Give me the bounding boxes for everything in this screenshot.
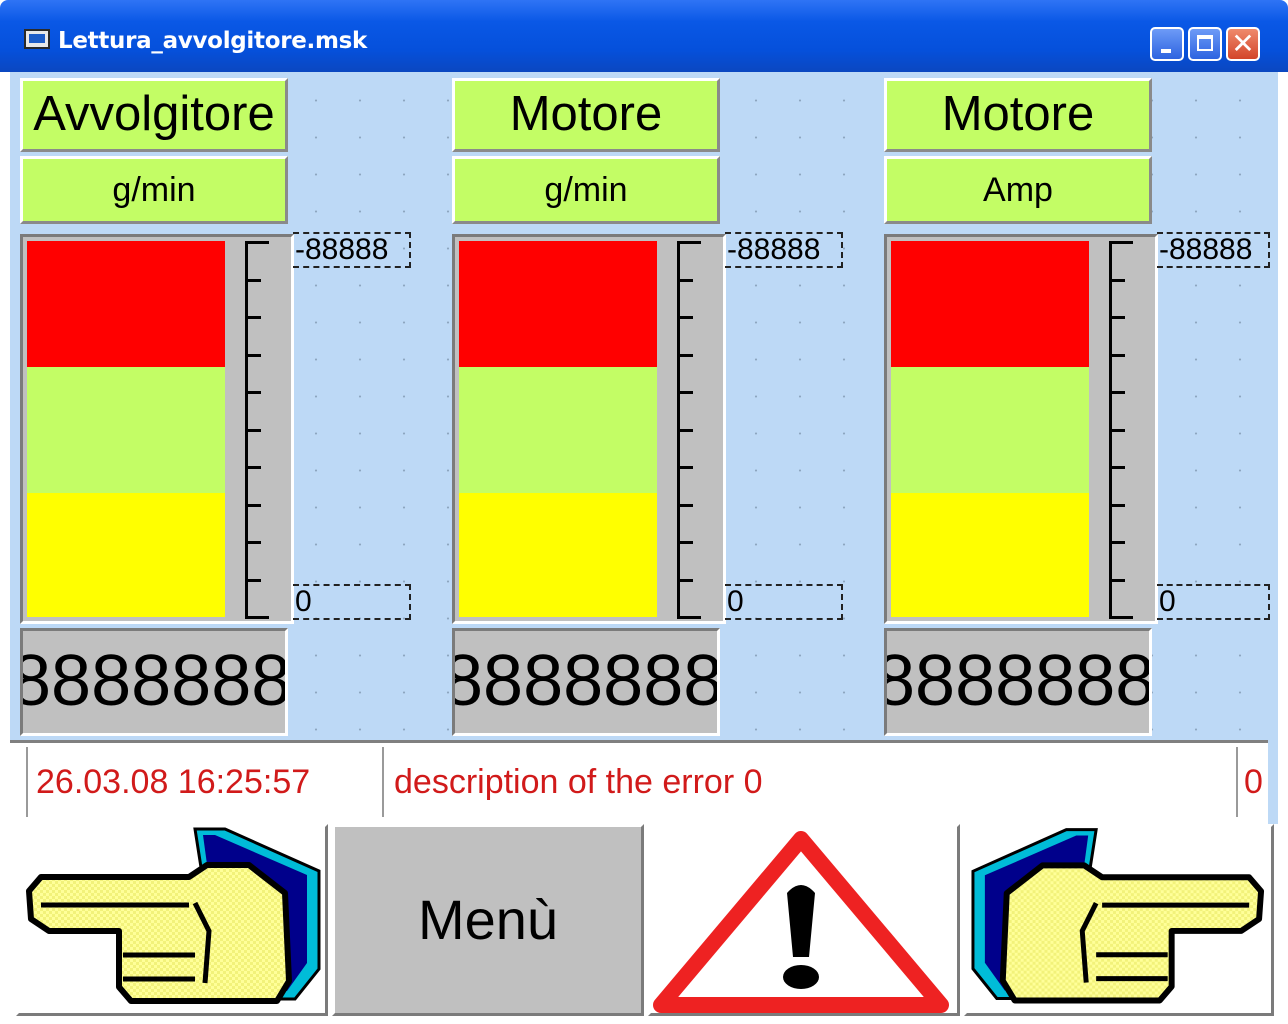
gauge-2-zone-low: [459, 493, 657, 617]
maximize-button[interactable]: [1188, 27, 1222, 61]
gauge-3-unit: Amp: [884, 156, 1152, 224]
scale-tick: [245, 354, 261, 357]
gauge-1-unit: g/min: [20, 156, 288, 224]
pointing-hand-right-icon: [971, 828, 1265, 1004]
scale-tick: [677, 279, 693, 282]
scale-tick: [677, 616, 701, 619]
gauge-3-bar: [884, 234, 1158, 624]
gauge-3-zone-low: [891, 493, 1089, 617]
title-bar: Lettura_avvolgitore.msk ✕: [0, 0, 1288, 72]
menu-button[interactable]: Menù: [332, 824, 644, 1016]
gauge-1-zone-mid: [27, 367, 225, 493]
close-button[interactable]: ✕: [1226, 27, 1260, 61]
scale-tick: [245, 541, 261, 544]
minimize-icon: [1161, 49, 1171, 53]
gauge-2-scale: [677, 241, 701, 619]
scale-tick: [1109, 241, 1133, 244]
scale-tick: [1109, 579, 1125, 582]
menu-button-label: Menù: [417, 888, 559, 951]
gauge-3-min-label: 0: [1157, 584, 1270, 620]
scale-tick: [245, 579, 261, 582]
scale-tick: [677, 241, 701, 244]
scale-tick: [245, 504, 261, 507]
scale-tick: [1109, 279, 1125, 282]
close-icon: ✕: [1231, 27, 1255, 60]
alarm-bar: 26.03.08 16:25:57 description of the err…: [10, 740, 1268, 827]
gauge-3-title: Motore: [884, 78, 1152, 152]
scale-tick: [245, 466, 261, 469]
scale-tick: [677, 429, 693, 432]
scale-tick: [245, 241, 269, 244]
gauge-3-digital-display: 8888888: [884, 628, 1152, 736]
scale-tick: [245, 279, 261, 282]
scale-tick: [245, 429, 261, 432]
gauge-1-max-label: -88888: [293, 232, 411, 268]
gauge-3-scale: [1109, 241, 1133, 619]
gauge-3-max-label: -88888: [1157, 232, 1270, 268]
button-row: Menù: [10, 824, 1278, 1020]
gauge-2-bar: [452, 234, 726, 624]
scale-tick: [677, 316, 693, 319]
gauge-1-digital-display: 8888888: [20, 628, 288, 736]
pointing-hand-left-icon: [26, 827, 321, 1004]
scale-tick: [677, 391, 693, 394]
gauge-1-zone-high: [27, 241, 225, 367]
warning-triangle-icon: [653, 831, 949, 1013]
gauge-2-max-label: -88888: [725, 232, 843, 268]
scale-tick: [245, 316, 261, 319]
alarm-description: description of the error 0: [382, 747, 1242, 817]
gauge-1-title: Avvolgitore: [20, 78, 288, 152]
scale-tick: [677, 354, 693, 357]
scale-tick: [1109, 541, 1125, 544]
alarm-datetime: 26.03.08 16:25:57: [26, 747, 380, 817]
gauge-2-zone-mid: [459, 367, 657, 493]
scale-tick: [1109, 504, 1125, 507]
gauge-3-zone-high: [891, 241, 1089, 367]
alarm-number: 0: [1236, 747, 1266, 817]
scale-tick: [245, 616, 269, 619]
gauge-2-title: Motore: [452, 78, 720, 152]
scale-tick: [677, 504, 693, 507]
gauge-1-bar: [20, 234, 294, 624]
gauge-2-min-label: 0: [725, 584, 843, 620]
minimize-button[interactable]: [1150, 27, 1184, 61]
previous-page-button[interactable]: [16, 824, 328, 1016]
scale-tick: [245, 391, 261, 394]
next-page-button[interactable]: [964, 824, 1274, 1016]
gauge-1-min-label: 0: [293, 584, 411, 620]
scale-tick: [1109, 429, 1125, 432]
gauge-2-zone-high: [459, 241, 657, 367]
scale-tick: [677, 541, 693, 544]
alarm-button[interactable]: [648, 824, 960, 1016]
scale-tick: [1109, 354, 1125, 357]
gauge-2-unit: g/min: [452, 156, 720, 224]
gauge-2-digital-display: 8888888: [452, 628, 720, 736]
gauge-1-scale: [245, 241, 269, 619]
scale-tick: [677, 466, 693, 469]
scale-tick: [1109, 466, 1125, 469]
scale-tick: [1109, 616, 1133, 619]
app-window-icon[interactable]: [24, 29, 50, 49]
window-title: Lettura_avvolgitore.msk: [58, 28, 368, 54]
gauge-1-zone-low: [27, 493, 225, 617]
gauge-3-zone-mid: [891, 367, 1089, 493]
maximize-icon: [1197, 35, 1213, 51]
scale-tick: [677, 579, 693, 582]
scale-tick: [1109, 316, 1125, 319]
scale-tick: [1109, 391, 1125, 394]
